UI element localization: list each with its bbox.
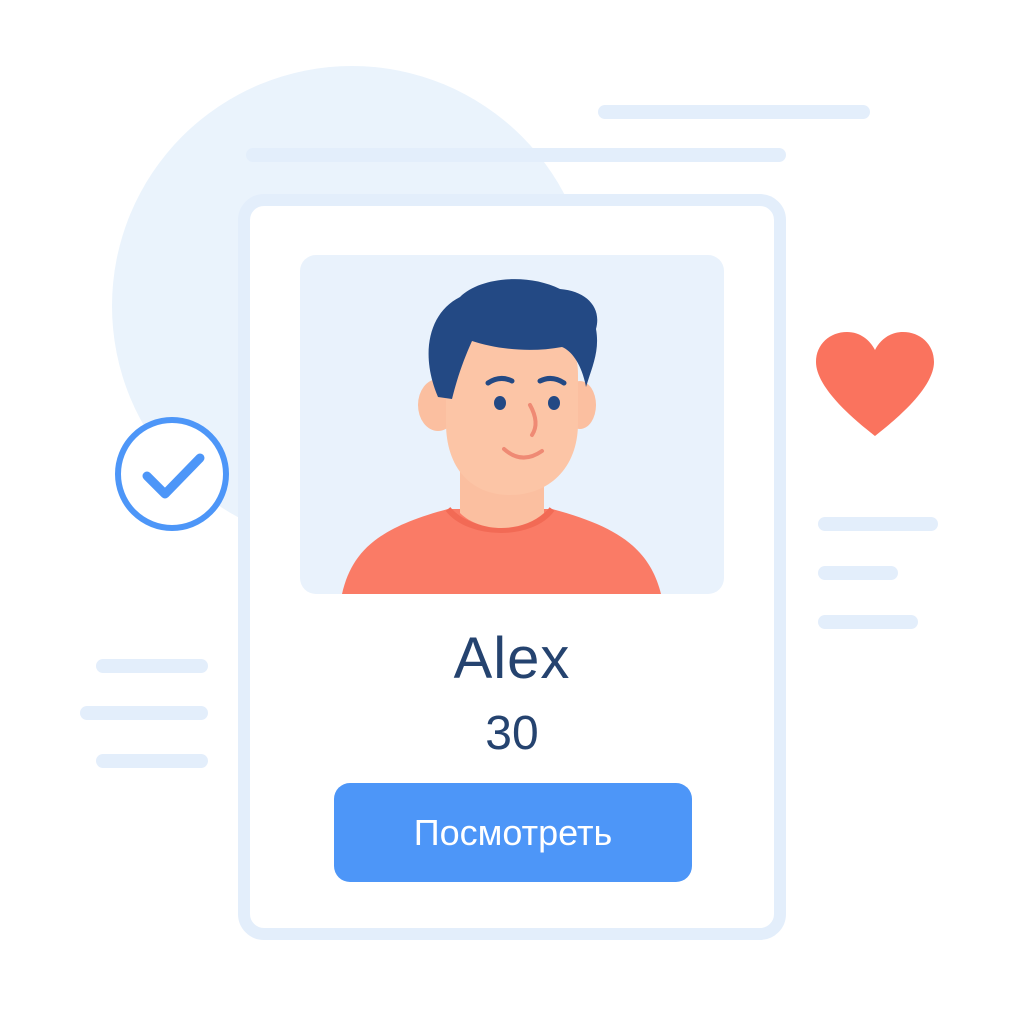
placeholder-line	[80, 706, 208, 720]
profile-name: Alex	[453, 626, 571, 691]
placeholder-line	[818, 517, 938, 531]
placeholder-line	[246, 148, 786, 162]
profile-age: 30	[485, 707, 539, 760]
placeholder-line	[96, 754, 208, 768]
view-profile-button[interactable]: Посмотреть	[334, 783, 692, 882]
avatar	[342, 279, 661, 594]
placeholder-line	[818, 566, 898, 580]
placeholder-line	[818, 615, 918, 629]
profile-photo	[300, 255, 724, 594]
heart-icon	[812, 330, 938, 438]
placeholder-line	[96, 659, 208, 673]
profile-card: Alex 30 Посмотреть	[238, 194, 786, 940]
placeholder-line	[598, 105, 870, 119]
check-circle-icon	[112, 414, 232, 534]
